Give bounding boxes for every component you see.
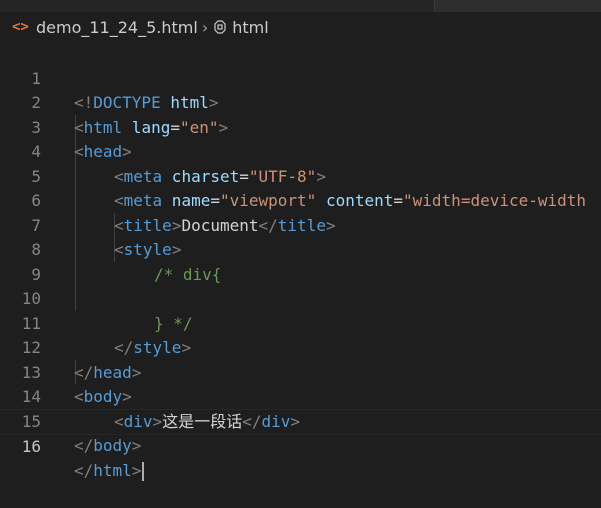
code-line: 5 <meta name="viewport" content="width=d… [0, 140, 601, 211]
line-number: 16 [21, 436, 41, 456]
code-line: 10 } */ [0, 263, 601, 333]
code-line: 4 <meta charset="UTF-8"> [0, 116, 601, 186]
code-line: 3 <head> [0, 91, 601, 162]
code-text: </body> [74, 436, 142, 455]
code-line: 6 <title>Document</title> [0, 165, 601, 235]
code-line: 14 <div>这是一段话</div> [0, 361, 601, 431]
code-line: 11 </style> [0, 287, 601, 358]
code-line: 12 </head> [0, 312, 601, 382]
tab-bar [0, 0, 601, 12]
code-line: 13 <body> [0, 336, 601, 407]
code-line: 7 <style> [0, 189, 601, 260]
code-line: 2 <html lang="en"> [0, 67, 601, 137]
breadcrumb-file[interactable]: demo_11_24_5.html [36, 18, 198, 37]
chevron-right-icon: › [201, 17, 209, 37]
code-editor[interactable]: 1 <!DOCTYPE html> 2 <html lang="en"> 3 <… [0, 42, 601, 481]
breadcrumb: <> demo_11_24_5.html › html [0, 12, 601, 42]
code-line-active: 16 </html> [0, 409, 601, 481]
code-line: 1 <!DOCTYPE html> [0, 42, 601, 113]
html-element-icon [212, 19, 228, 35]
code-text: </html> [74, 459, 145, 484]
html-file-icon: <> [12, 19, 29, 35]
code-line: 8 /* div{ [0, 214, 601, 284]
text-cursor [142, 462, 145, 481]
code-line: 15 </body> [0, 385, 601, 456]
editor-tab[interactable] [434, 0, 601, 12]
breadcrumb-symbol[interactable]: html [232, 18, 268, 37]
code-line: 9 [0, 238, 601, 284]
